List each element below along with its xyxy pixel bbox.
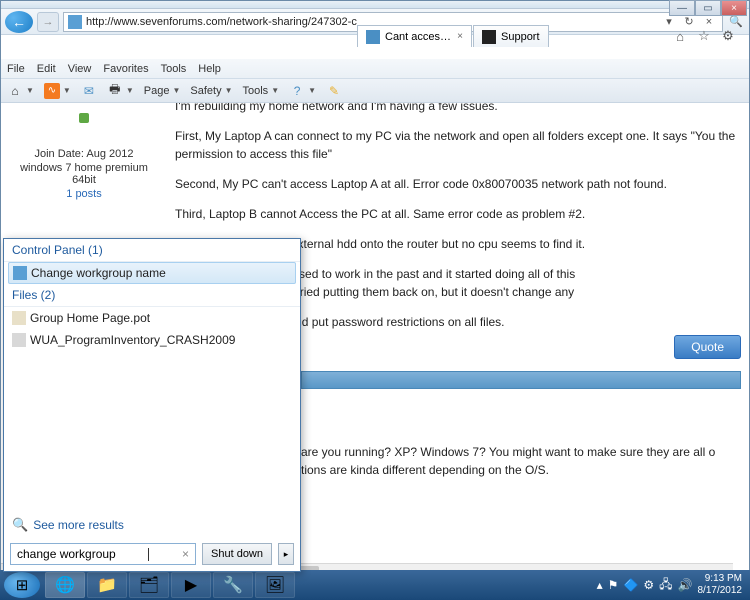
- tab-label: Cant access netwo...: [385, 31, 452, 43]
- system-tray: ▴ ⚑ 🔷 ⚙ 🖧 🔊 9:13 PM 8/17/2012: [597, 573, 746, 597]
- result-file-2[interactable]: WUA_ProgramInventory_CRASH2009: [4, 329, 300, 351]
- taskbar-ie[interactable]: 🌐: [45, 572, 85, 598]
- menu-favorites[interactable]: Favorites: [103, 63, 148, 75]
- volume-icon[interactable]: 🔊: [678, 578, 693, 592]
- tools-menu[interactable]: Tools ▼: [243, 85, 280, 97]
- shutdown-button[interactable]: Shut down: [202, 543, 272, 565]
- post-line: First, My Laptop A can connect to my PC …: [175, 127, 741, 163]
- tray-icon[interactable]: ⚑: [608, 578, 619, 592]
- search-input[interactable]: change workgroup ×: [10, 543, 196, 565]
- site-icon: [68, 15, 82, 29]
- taskbar-explorer[interactable]: 📁: [87, 572, 127, 598]
- post-line: I'm rebuilding my home network and I'm h…: [175, 103, 741, 115]
- menu-file[interactable]: File: [7, 63, 25, 75]
- print-icon[interactable]: 🖶: [107, 83, 123, 99]
- tray-icon[interactable]: ▴: [597, 578, 603, 592]
- navigation-bar: ← → http://www.sevenforums.com/network-s…: [1, 9, 749, 35]
- tab-close-icon[interactable]: ×: [457, 31, 463, 42]
- favorites-icon[interactable]: ☆: [695, 27, 713, 45]
- shutdown-options[interactable]: ▸: [278, 543, 294, 565]
- rss-icon[interactable]: ∿: [44, 83, 60, 99]
- menu-edit[interactable]: Edit: [37, 63, 56, 75]
- highlight-icon[interactable]: ✎: [326, 83, 342, 99]
- tab-label: Support: [501, 31, 540, 43]
- clock[interactable]: 9:13 PM 8/17/2012: [698, 573, 743, 597]
- back-button[interactable]: ←: [5, 11, 33, 33]
- tab-support[interactable]: Support: [473, 25, 549, 47]
- quote-button[interactable]: Quote: [674, 335, 741, 359]
- section-control-panel: Control Panel (1): [4, 239, 300, 262]
- taskbar-media[interactable]: ▶: [171, 572, 211, 598]
- tray-icon[interactable]: ⚙: [643, 578, 654, 592]
- tray-icon[interactable]: 🔷: [623, 578, 638, 592]
- tab-favicon: [366, 30, 380, 44]
- safety-menu[interactable]: Safety ▼: [190, 85, 232, 97]
- menu-bar: File Edit View Favorites Tools Help: [1, 59, 749, 79]
- clear-icon[interactable]: ×: [182, 547, 189, 561]
- computer-icon: [13, 266, 27, 280]
- post-line: Third, Laptop B cannot Access the PC at …: [175, 205, 741, 223]
- post-sidebar: Join Date: Aug 2012 windows 7 home premi…: [1, 103, 167, 208]
- close-button[interactable]: ×: [721, 0, 747, 16]
- help-icon[interactable]: ?: [289, 83, 305, 99]
- menu-tools[interactable]: Tools: [161, 63, 187, 75]
- taskbar-app[interactable]: 🔧: [213, 572, 253, 598]
- menu-help[interactable]: Help: [198, 63, 221, 75]
- section-files: Files (2): [4, 284, 300, 307]
- see-more-results[interactable]: 🔍 See more results: [12, 517, 124, 533]
- taskbar-photos[interactable]: 🖼: [255, 572, 295, 598]
- tab-network[interactable]: Cant access netwo... ×: [357, 25, 472, 47]
- home-icon[interactable]: ⌂: [671, 27, 689, 45]
- menu-view[interactable]: View: [68, 63, 92, 75]
- result-change-workgroup[interactable]: Change workgroup name: [8, 262, 296, 284]
- search-icon: 🔍: [12, 517, 28, 533]
- reply-body: are you running? XP? Windows 7? You migh…: [301, 443, 741, 479]
- forum-toolbar: ⌂▼ ∿▼ ✉ 🖶▼ Page ▼ Safety ▼ Tools ▼ ?▼ ✎: [1, 79, 749, 103]
- reputation-icon: [79, 113, 89, 123]
- mail-icon[interactable]: ✉: [81, 83, 97, 99]
- gear-icon[interactable]: ⚙: [719, 27, 737, 45]
- start-menu-search: Control Panel (1) Change workgroup name …: [3, 238, 301, 572]
- file-icon: [12, 311, 26, 325]
- file-icon: [12, 333, 26, 347]
- maximize-button[interactable]: ▭: [695, 0, 721, 16]
- join-date: Join Date: Aug 2012: [7, 148, 161, 160]
- post-line: Second, My PC can't access Laptop A at a…: [175, 175, 741, 193]
- taskbar: ⊞ 🌐 📁 🗂 ▶ 🔧 🖼 ▴ ⚑ 🔷 ⚙ 🖧 🔊 9:13 PM 8/17/2…: [0, 570, 750, 600]
- start-button[interactable]: ⊞: [4, 572, 40, 598]
- os-info: windows 7 home premium 64bit: [7, 162, 161, 186]
- result-file-1[interactable]: Group Home Page.pot: [4, 307, 300, 329]
- titlebar: — ▭ ×: [1, 1, 749, 9]
- home-icon[interactable]: ⌂: [7, 83, 23, 99]
- page-menu[interactable]: Page ▼: [144, 85, 181, 97]
- network-icon[interactable]: 🖧: [659, 575, 672, 596]
- separator-bar: [301, 371, 741, 389]
- minimize-button[interactable]: —: [669, 0, 695, 16]
- post-count[interactable]: 1 posts: [7, 188, 161, 200]
- taskbar-app[interactable]: 🗂: [129, 572, 169, 598]
- tab-favicon: [482, 30, 496, 44]
- forward-button[interactable]: →: [37, 12, 59, 32]
